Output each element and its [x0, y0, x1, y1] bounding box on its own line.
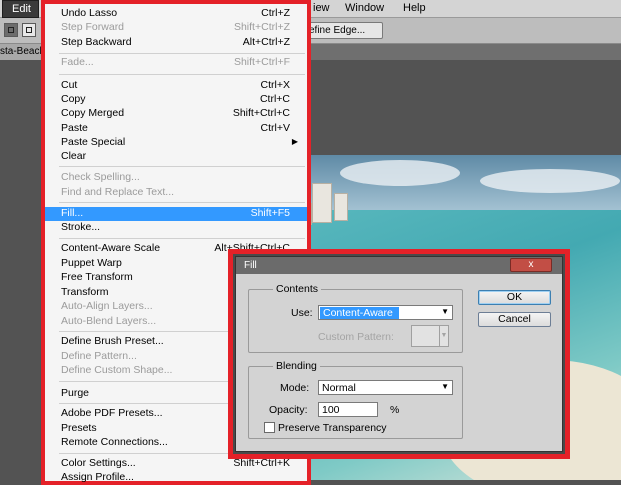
menu-item-label: Copy	[61, 93, 86, 105]
menu-item-shortcut: Ctrl+X	[260, 79, 290, 91]
menu-item-check-spelling[interactable]: Check Spelling...	[45, 171, 307, 185]
menu-item-cut[interactable]: Cut Ctrl+X	[45, 79, 307, 93]
menu-separator	[59, 166, 305, 167]
photo-building	[334, 193, 348, 221]
menu-item-label: Presets	[61, 422, 97, 434]
fill-dialog: Fill x Contents Use: Content-Aware ▼ Cus…	[235, 256, 563, 452]
menu-item-undo-lasso[interactable]: Undo Lasso Ctrl+Z	[45, 7, 307, 21]
menu-item-clear[interactable]: Clear	[45, 150, 307, 164]
menu-item-label: Undo Lasso	[61, 7, 118, 19]
cancel-button[interactable]: Cancel	[478, 312, 551, 327]
menu-item-label: Fill...	[61, 207, 84, 219]
fill-dialog-highlight: Fill x Contents Use: Content-Aware ▼ Cus…	[228, 249, 570, 459]
menu-item-label: Assign Profile...	[61, 471, 134, 483]
photo-building	[312, 183, 332, 223]
menu-item-label: Remote Connections...	[61, 436, 168, 448]
submenu-arrow-icon: ▶	[291, 137, 298, 146]
menu-item-label: Transform	[61, 286, 109, 298]
menu-edit-label: Edit	[12, 3, 31, 15]
blending-group-title: Blending	[273, 360, 320, 372]
opacity-unit: %	[390, 404, 400, 416]
menu-help[interactable]: Help	[403, 2, 426, 14]
menu-item-find-and-replace-text[interactable]: Find and Replace Text...	[45, 186, 307, 200]
add-selection-icon[interactable]	[22, 23, 36, 37]
chevron-down-icon: ▼	[441, 382, 449, 391]
menu-item-label: Define Pattern...	[61, 350, 137, 362]
refine-edge-button[interactable]: efine Edge...	[300, 22, 383, 39]
menu-item-shortcut: Ctrl+C	[259, 93, 290, 105]
menu-item-fade[interactable]: Fade... Shift+Ctrl+F	[45, 56, 307, 70]
menu-view[interactable]: iew	[313, 2, 330, 14]
preserve-transparency-label: Preserve Transparency	[278, 422, 387, 434]
menu-item-label: Content-Aware Scale	[61, 242, 161, 254]
menu-item-label: Cut	[61, 79, 78, 91]
menu-item-shortcut: Shift+Ctrl+F	[233, 56, 290, 68]
menu-edit[interactable]: Edit	[2, 0, 39, 18]
menu-item-label: Copy Merged	[61, 107, 125, 119]
chevron-down-icon: ▼	[439, 326, 448, 346]
menu-item-label: Clear	[61, 150, 87, 162]
use-select-value: Content-Aware	[320, 307, 399, 319]
menu-item-label: Paste	[61, 122, 88, 134]
menu-item-shortcut: Shift+Ctrl+C	[232, 107, 290, 119]
menu-item-shortcut: Shift+Ctrl+Z	[233, 21, 290, 33]
menu-item-label: Purge	[61, 387, 90, 399]
menu-item-stroke[interactable]: Stroke...	[45, 221, 307, 235]
custom-pattern-picker: ▼	[411, 325, 449, 347]
menu-item-step-backward[interactable]: Step Backward Alt+Ctrl+Z	[45, 36, 307, 50]
menu-item-fill[interactable]: Fill... Shift+F5	[45, 207, 307, 221]
menu-item-paste[interactable]: Paste Ctrl+V	[45, 122, 307, 136]
menu-item-label: Adobe PDF Presets...	[61, 407, 163, 419]
menu-window[interactable]: Window	[345, 2, 384, 14]
custom-pattern-label: Custom Pattern:	[318, 331, 394, 343]
mode-label: Mode:	[280, 382, 310, 394]
menu-item-label: Free Transform	[61, 271, 133, 283]
opacity-input[interactable]: 100	[318, 402, 378, 417]
menu-separator	[59, 202, 305, 203]
contents-group-title: Contents	[273, 283, 322, 295]
menu-item-copy-merged[interactable]: Copy Merged Shift+Ctrl+C	[45, 107, 307, 121]
menu-item-label: Paste Special	[61, 136, 126, 148]
use-label: Use:	[291, 307, 313, 319]
new-selection-icon[interactable]	[4, 23, 18, 37]
mode-select-value: Normal	[322, 382, 356, 394]
menu-item-shortcut: Ctrl+Z	[261, 7, 290, 19]
menu-item-label: Puppet Warp	[61, 257, 122, 269]
menu-item-label: Step Forward	[61, 21, 125, 33]
menu-separator	[59, 53, 305, 54]
fill-dialog-titlebar: Fill x	[236, 257, 562, 274]
menu-item-label: Define Custom Shape...	[61, 364, 173, 376]
photo-cloud	[340, 160, 460, 186]
menu-item-label: Color Settings...	[61, 457, 136, 469]
menu-item-label: Auto-Align Layers...	[61, 300, 153, 312]
menu-separator	[59, 238, 305, 239]
menu-item-shortcut: Shift+F5	[250, 207, 290, 219]
menu-item-label: Step Backward	[61, 36, 132, 48]
menu-separator	[59, 74, 305, 75]
menu-item-color-settings[interactable]: Color Settings... Shift+Ctrl+K	[45, 457, 307, 471]
photo-cloud	[480, 169, 620, 193]
menu-item-paste-special[interactable]: Paste Special ▶	[45, 136, 307, 150]
preserve-transparency-checkbox[interactable]	[264, 422, 275, 433]
chevron-down-icon: ▼	[441, 307, 449, 316]
fill-dialog-title: Fill	[244, 260, 257, 271]
menu-item-copy[interactable]: Copy Ctrl+C	[45, 93, 307, 107]
menu-item-shortcut: Alt+Ctrl+Z	[242, 36, 290, 48]
menu-item-shortcut: Ctrl+V	[260, 122, 290, 134]
use-select[interactable]: Content-Aware ▼	[318, 305, 453, 320]
opacity-label: Opacity:	[269, 404, 308, 416]
menu-item-label: Check Spelling...	[61, 171, 140, 183]
menu-item-assign-profile[interactable]: Assign Profile...	[45, 471, 307, 485]
menu-item-label: Fade...	[61, 56, 94, 68]
ok-button[interactable]: OK	[478, 290, 551, 305]
menu-item-label: Auto-Blend Layers...	[61, 315, 157, 327]
mode-select[interactable]: Normal ▼	[318, 380, 453, 395]
close-button[interactable]: x	[510, 258, 552, 272]
menu-item-label: Define Brush Preset...	[61, 335, 164, 347]
menu-item-label: Stroke...	[61, 221, 101, 233]
menu-item-label: Find and Replace Text...	[61, 186, 175, 198]
menu-item-step-forward[interactable]: Step Forward Shift+Ctrl+Z	[45, 21, 307, 35]
